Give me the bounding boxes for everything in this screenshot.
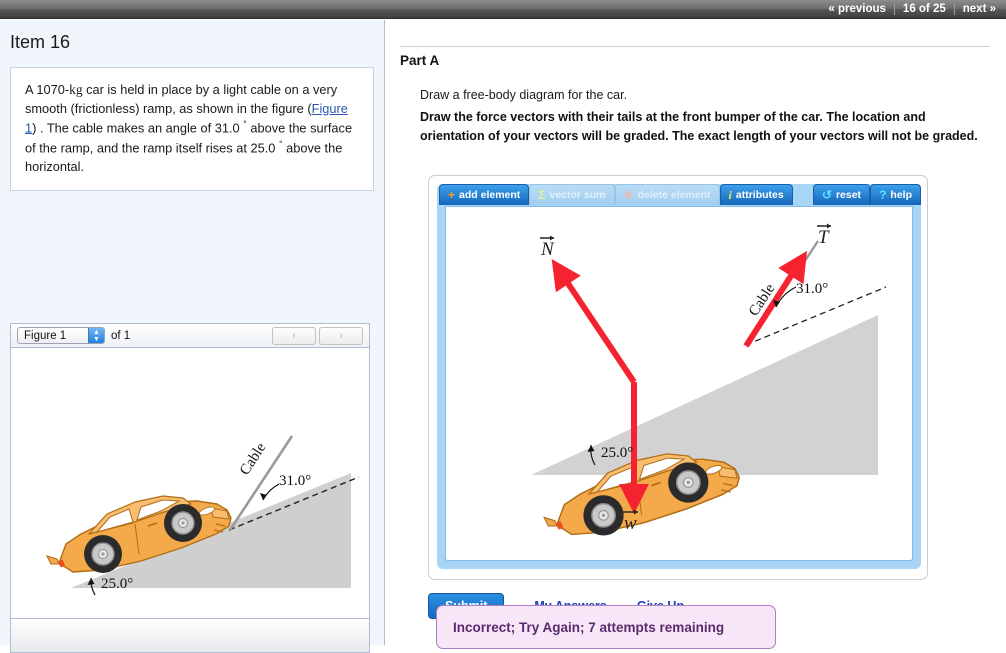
vector-sum-button[interactable]: Σ vector sum [529,184,615,205]
right-answer-panel: Part A Draw a free-body diagram for the … [386,20,1006,645]
svg-text:w: w [624,513,637,534]
free-body-diagram-canvas[interactable]: N T w Cable 31.0° 25.0° [445,206,913,561]
ramp-car-diagram: Cable 31.0° 25.0° [45,435,360,596]
problem-text-1: A 1070- [25,82,70,97]
figure-canvas: Cable 31.0° 25.0° [11,348,369,618]
page-counter: 16 of 25 [902,3,946,15]
part-divider [400,46,990,47]
figure-count-label: of 1 [111,329,131,342]
problem-text-3: ) . The cable makes an angle of 31.0 [32,120,244,136]
figure-prev-button[interactable]: ‹ [272,326,316,345]
feedback-banner: Incorrect; Try Again; 7 attempts remaini… [436,605,776,649]
delete-element-label: delete element [637,189,711,201]
figure-next-button[interactable]: › [319,326,363,345]
drawing-applet-frame: + add element Σ vector sum ✕ delete elem… [437,184,921,569]
problem-units-kg: kg [69,82,83,97]
part-a-title: Part A [400,53,440,68]
svg-text:N: N [540,239,555,260]
plus-icon: + [448,188,456,202]
attributes-button[interactable]: i attributes [719,184,793,205]
delete-element-button[interactable]: ✕ delete element [614,184,720,205]
figure-nav: ‹ › [272,326,363,345]
x-icon: ✕ [623,188,634,202]
info-icon: i [728,188,732,202]
figure-panel: Figure 1 ▲ ▼ of 1 ‹ › Cable 31.0° 25.0° [10,323,370,653]
add-element-button[interactable]: + add element [439,184,530,205]
help-button[interactable]: ? help [870,184,921,205]
add-element-label: add element [459,189,521,201]
normal-force-label: N [540,235,555,260]
sigma-icon: Σ [538,188,546,202]
instruction-bold: Draw the force vectors with their tails … [420,110,978,143]
fbd-drawing: N T w Cable 31.0° 25.0° [531,223,887,536]
cable-label: Cable [237,440,270,478]
reset-button[interactable]: ↺ reset [812,184,871,205]
reset-icon: ↺ [821,188,832,202]
figure-select[interactable]: Figure 1 ▲ ▼ [17,327,105,344]
next-link[interactable]: next » [955,3,1004,15]
figure-select-value: Figure 1 [24,329,67,342]
tension-force-label: T [817,223,831,248]
left-problem-panel: Item 16 A 1070-kg car is held in place b… [0,20,385,653]
figure-toolbar: Figure 1 ▲ ▼ of 1 ‹ › [11,324,369,348]
vector-sum-label: vector sum [549,189,606,201]
figure-footer [11,618,369,652]
help-icon: ? [879,188,887,202]
help-label: help [890,189,912,201]
applet-toolbar: + add element Σ vector sum ✕ delete elem… [437,184,921,206]
reset-label: reset [835,189,862,201]
cable-angle-label: 31.0° [796,281,828,297]
top-navigation-bar: « previous 16 of 25 next » [0,0,1006,19]
ramp-angle-label: 25.0° [601,445,633,461]
normal-force-vector[interactable] [551,259,637,384]
feedback-text: Incorrect; Try Again; 7 attempts remaini… [453,619,725,635]
ramp-shape [531,315,878,475]
previous-link[interactable]: « previous [820,3,894,15]
problem-statement: A 1070-kg car is held in place by a ligh… [10,67,374,192]
attributes-label: attributes [735,189,784,201]
instruction-plain: Draw a free-body diagram for the car. [420,88,628,102]
ramp-angle-label: 25.0° [101,576,133,592]
cable-angle-label: 31.0° [279,473,311,489]
page-title: Item 16 [10,32,71,52]
weight-force-label: w [623,509,638,534]
cable-stub [799,240,820,268]
stepper-icon[interactable]: ▲ ▼ [88,328,104,343]
drawing-applet-container: + add element Σ vector sum ✕ delete elem… [428,175,928,580]
svg-text:T: T [818,227,830,248]
